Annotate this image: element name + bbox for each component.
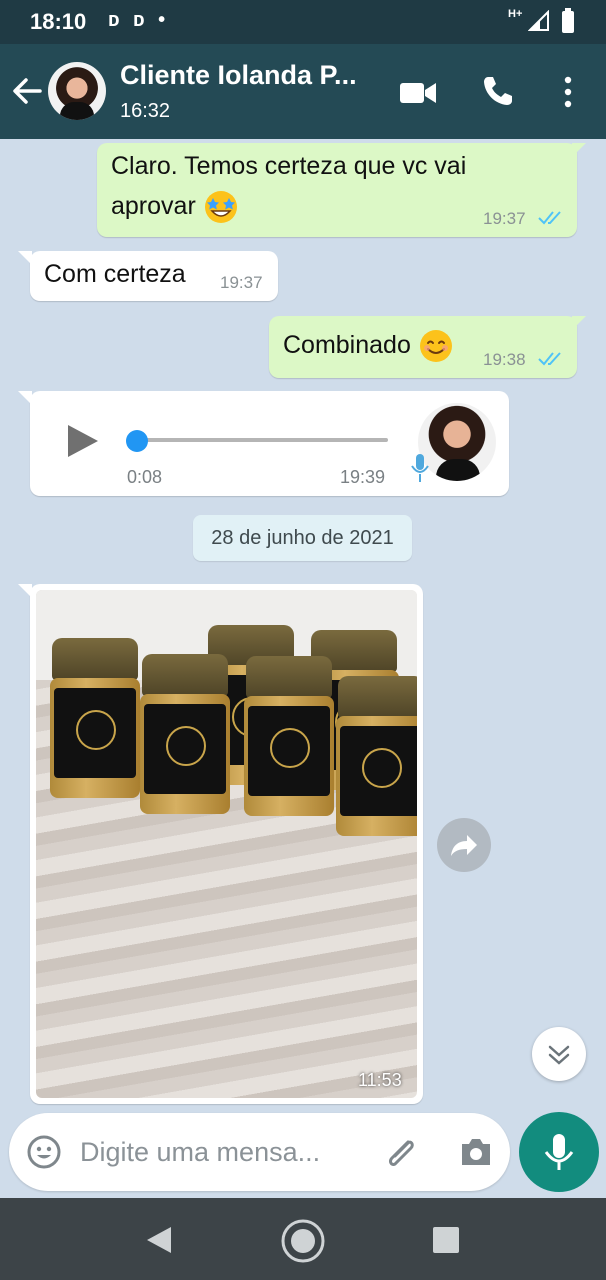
bubble-tail — [18, 391, 32, 405]
message-time: 19:37 — [483, 209, 526, 228]
read-ticks-icon — [538, 211, 561, 225]
message-text: Claro. Temos certeza que vc vai — [111, 152, 467, 180]
message-text: Combinado — [283, 327, 454, 364]
bubble-tail — [18, 251, 32, 265]
message-text: aprovar — [111, 188, 239, 225]
network-type: H+ — [508, 8, 523, 20]
last-seen: 16:32 — [120, 100, 171, 122]
message-time: 19:39 — [340, 467, 386, 487]
audio-progress-knob[interactable] — [126, 430, 148, 452]
message-time: 19:38 — [483, 350, 526, 369]
notification-icons: ᴅ ᴅ • — [108, 9, 170, 31]
forward-button[interactable] — [437, 818, 491, 872]
double-chevron-down-icon — [548, 1045, 570, 1065]
bubble-tail — [572, 143, 586, 157]
message-time: 11:53 — [358, 1070, 402, 1090]
message-input[interactable] — [80, 1134, 370, 1170]
read-ticks-icon — [538, 352, 561, 366]
chat-header: Cliente Iolanda P... 16:32 — [0, 44, 606, 139]
message-text-line: aprovar — [111, 192, 196, 220]
nav-home-icon[interactable] — [280, 1218, 326, 1264]
attachment-icon[interactable] — [382, 1134, 420, 1172]
contact-avatar[interactable] — [48, 62, 106, 120]
more-options-icon[interactable] — [558, 74, 578, 110]
record-voice-button[interactable] — [519, 1112, 599, 1192]
audio-progress-track[interactable] — [136, 438, 388, 442]
star-struck-emoji-icon — [204, 191, 237, 224]
audio-duration: 0:08 — [127, 467, 163, 487]
nav-back-icon[interactable] — [145, 1225, 173, 1255]
message-time: 19:37 — [220, 273, 263, 292]
phone-call-icon[interactable] — [481, 74, 515, 108]
back-arrow-icon[interactable] — [10, 74, 44, 108]
smiling-face-emoji-icon — [419, 330, 452, 363]
bubble-tail — [18, 584, 32, 598]
message-text: Com certeza — [44, 260, 186, 288]
status-time: 18:10 — [30, 9, 87, 34]
date-separator: 28 de junho de 2021 — [193, 515, 412, 561]
battery-icon — [562, 8, 574, 33]
message-text-line: Combinado — [283, 331, 411, 359]
photo-supplement-jars[interactable] — [36, 590, 417, 1098]
nav-recent-apps-icon[interactable] — [433, 1227, 459, 1253]
play-icon[interactable] — [66, 424, 100, 458]
microphone-icon — [544, 1134, 574, 1170]
emoji-icon[interactable] — [26, 1134, 62, 1170]
microphone-icon — [411, 454, 429, 482]
video-call-icon[interactable] — [399, 80, 437, 106]
contact-name[interactable]: Cliente Iolanda P... — [120, 60, 357, 91]
scroll-to-bottom-button[interactable] — [532, 1027, 586, 1081]
camera-icon[interactable] — [458, 1135, 494, 1169]
signal-icon — [528, 10, 549, 31]
bubble-tail — [572, 316, 586, 330]
share-arrow-icon — [451, 835, 477, 856]
status-bar: 18:10 ᴅ ᴅ • H+ — [0, 0, 606, 44]
